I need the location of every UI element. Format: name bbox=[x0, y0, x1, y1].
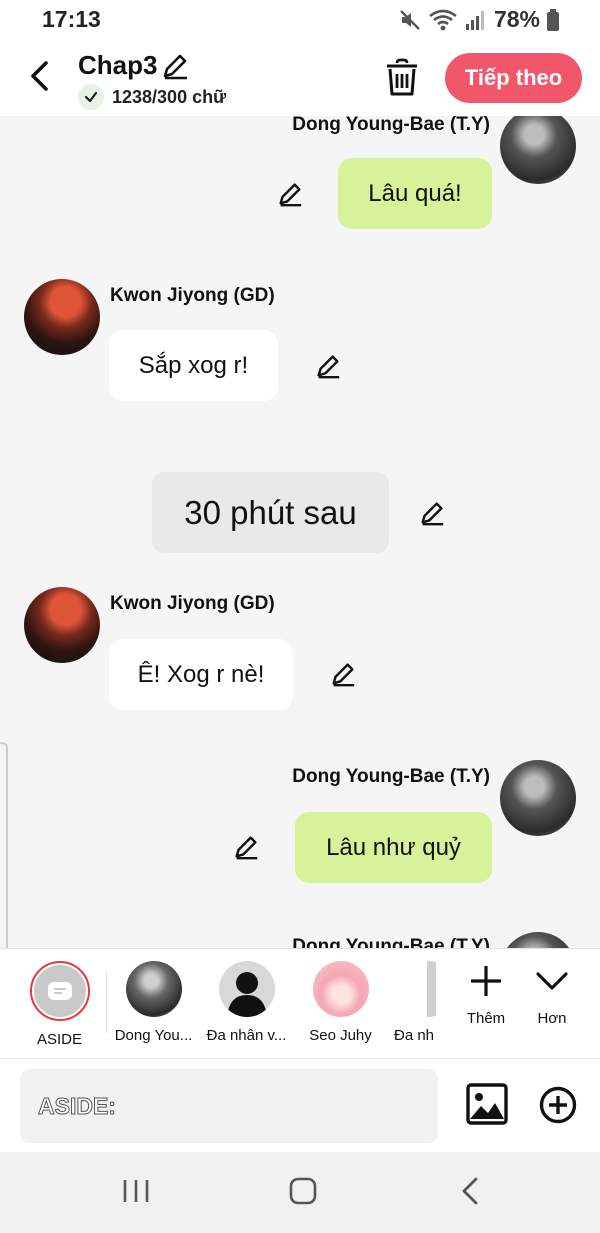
check-icon bbox=[78, 84, 104, 110]
back-button[interactable] bbox=[22, 56, 56, 96]
battery-level: 78% bbox=[493, 6, 540, 32]
avatar bbox=[125, 961, 182, 1017]
home-icon bbox=[289, 1177, 317, 1205]
avatar-dong-young-bae[interactable] bbox=[500, 932, 576, 948]
avatar-dong-young-bae[interactable] bbox=[500, 116, 576, 184]
sender-name: Dong Young-Bae (T.Y) bbox=[292, 936, 490, 948]
sender-name: Dong Young-Bae (T.Y) bbox=[292, 116, 490, 135]
status-time: 17:13 bbox=[42, 6, 101, 32]
battery-icon bbox=[547, 8, 559, 31]
character-aside[interactable]: ASIDE bbox=[12, 961, 107, 1048]
word-count: 1238/300 chữ bbox=[78, 84, 226, 110]
avatar-kwon-jiyong[interactable] bbox=[24, 279, 100, 355]
status-bar: 17:13 78% bbox=[0, 0, 600, 40]
chapter-title[interactable]: Chap3 bbox=[78, 50, 157, 81]
side-scroll-handle[interactable] bbox=[0, 742, 8, 970]
message-bubble[interactable]: Sắp xog r! bbox=[109, 330, 278, 401]
character-selector: ASIDE Dong You... Đa nhân v... Seo Juhy … bbox=[0, 948, 600, 1058]
narration-bubble[interactable]: 30 phút sau bbox=[152, 472, 389, 553]
chat-bubble-icon bbox=[47, 982, 72, 1000]
message-input[interactable] bbox=[20, 1069, 438, 1143]
message-bubble[interactable]: Lâu quá! bbox=[338, 158, 492, 229]
pencil-icon bbox=[317, 355, 340, 379]
message-bubble[interactable]: Ê! Xog r nè! bbox=[109, 639, 293, 710]
sender-name: Kwon Jiyong (GD) bbox=[110, 285, 275, 306]
sender-name: Kwon Jiyong (GD) bbox=[110, 593, 275, 614]
tool-label: Hơn bbox=[537, 1010, 567, 1027]
add-button[interactable] bbox=[539, 1086, 577, 1129]
message-bubble[interactable]: Lâu như quỷ bbox=[295, 812, 492, 883]
system-back-button[interactable] bbox=[458, 1176, 482, 1211]
recent-apps-icon bbox=[123, 1180, 149, 1202]
character-multi-2[interactable]: Đa nh bbox=[378, 961, 436, 1044]
image-icon bbox=[466, 1083, 508, 1125]
recent-apps-button[interactable] bbox=[122, 1176, 150, 1211]
character-name: Dong You... bbox=[114, 1027, 193, 1044]
pencil-icon bbox=[279, 183, 302, 207]
pencil-icon bbox=[235, 836, 258, 860]
character-seo-juhy[interactable]: Seo Juhy bbox=[293, 961, 388, 1044]
pencil-icon bbox=[332, 663, 355, 687]
input-bar bbox=[0, 1058, 600, 1152]
chapter-header: Chap3 1238/300 chữ Tiếp theo bbox=[0, 40, 600, 116]
back-icon bbox=[462, 1177, 478, 1205]
edit-title-button[interactable] bbox=[160, 51, 190, 86]
avatar bbox=[218, 961, 275, 1017]
more-button[interactable]: Hơn bbox=[522, 963, 582, 1027]
sender-name: Dong Young-Bae (T.Y) bbox=[292, 766, 490, 787]
pencil-icon bbox=[163, 54, 187, 80]
insert-image-button[interactable] bbox=[466, 1083, 508, 1130]
character-name: Seo Juhy bbox=[309, 1027, 372, 1044]
avatar bbox=[400, 961, 436, 1017]
status-icons: 78% bbox=[398, 6, 560, 33]
character-dong-young-bae[interactable]: Dong You... bbox=[106, 961, 201, 1044]
signal-icon bbox=[465, 10, 484, 30]
chat-area[interactable]: Dong Young-Bae (T.Y) Lâu quá! Kwon Jiyon… bbox=[0, 116, 600, 948]
plus-icon bbox=[471, 966, 501, 996]
back-arrow-icon bbox=[31, 61, 48, 91]
avatar-kwon-jiyong[interactable] bbox=[24, 587, 100, 663]
character-name: Đa nh bbox=[394, 1027, 435, 1044]
edit-message-button[interactable] bbox=[232, 833, 260, 866]
avatar bbox=[312, 961, 369, 1017]
aside-avatar bbox=[29, 961, 90, 1021]
delete-button[interactable] bbox=[384, 58, 420, 103]
add-character-button[interactable]: Thêm bbox=[456, 963, 516, 1027]
character-name: Đa nhân v... bbox=[206, 1027, 287, 1044]
word-count-text: 1238/300 chữ bbox=[112, 86, 227, 107]
silhouette-icon bbox=[226, 972, 267, 1017]
character-multi-1[interactable]: Đa nhân v... bbox=[199, 961, 294, 1044]
edit-message-button[interactable] bbox=[329, 660, 357, 693]
next-button[interactable]: Tiếp theo bbox=[445, 53, 582, 103]
mute-icon bbox=[400, 9, 420, 30]
avatar-dong-young-bae[interactable] bbox=[500, 760, 576, 836]
trash-icon bbox=[387, 58, 417, 96]
plus-circle-icon bbox=[539, 1086, 577, 1124]
character-name: ASIDE bbox=[36, 1031, 82, 1048]
tool-label: Thêm bbox=[466, 1010, 506, 1027]
edit-message-button[interactable] bbox=[276, 180, 304, 213]
pencil-icon bbox=[421, 502, 444, 526]
system-nav-bar bbox=[0, 1152, 600, 1233]
chevron-down-icon bbox=[536, 972, 568, 990]
edit-message-button[interactable] bbox=[418, 499, 446, 532]
home-button[interactable] bbox=[288, 1176, 318, 1211]
wifi-icon bbox=[429, 9, 457, 30]
edit-message-button[interactable] bbox=[314, 352, 342, 385]
